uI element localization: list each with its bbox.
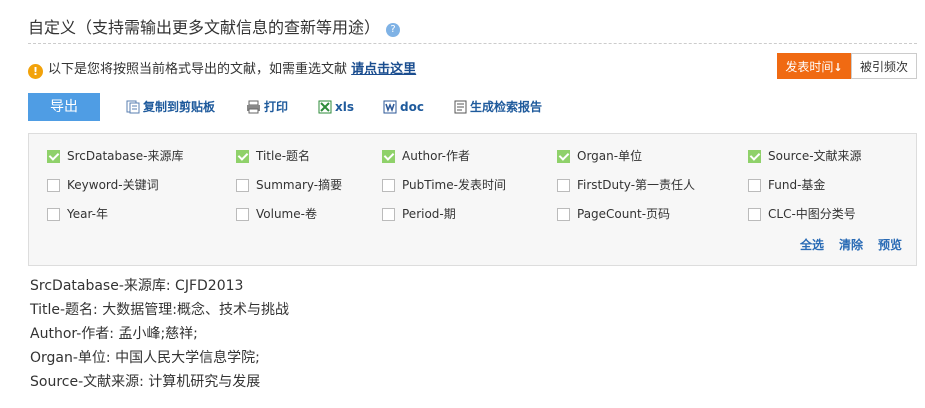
checkbox[interactable] xyxy=(557,179,570,192)
checkbox[interactable] xyxy=(382,150,395,163)
select-all-button[interactable]: 全选 xyxy=(800,236,824,253)
checkbox[interactable] xyxy=(748,179,761,192)
field-option[interactable]: PageCount-页码 xyxy=(557,206,670,222)
report-icon xyxy=(454,100,467,118)
preview-line: Organ-单位: 中国人民大学信息学院; xyxy=(30,350,260,366)
sort-pubtime-button[interactable]: 发表时间↓ xyxy=(777,53,851,79)
reselect-link[interactable]: 请点击这里 xyxy=(351,62,416,77)
checkbox[interactable] xyxy=(382,208,395,221)
doc-label: doc xyxy=(400,100,424,114)
checkbox[interactable] xyxy=(382,179,395,192)
field-option-label: Author-作者 xyxy=(402,149,470,163)
checkbox[interactable] xyxy=(748,150,761,163)
field-option-label: FirstDuty-第一责任人 xyxy=(577,178,696,192)
preview-line: SrcDatabase-来源库: CJFD2013 xyxy=(30,278,244,294)
warning-icon: ! xyxy=(28,64,43,79)
field-option[interactable]: FirstDuty-第一责任人 xyxy=(557,177,695,193)
export-button[interactable]: 导出 xyxy=(28,93,100,121)
field-option[interactable]: Year-年 xyxy=(47,206,108,222)
checkbox[interactable] xyxy=(236,150,249,163)
field-option[interactable]: Period-期 xyxy=(382,206,456,222)
sort-pubtime-label: 发表时间 xyxy=(785,60,834,74)
help-icon[interactable]: ? xyxy=(386,23,401,37)
field-option-label: Keyword-关键词 xyxy=(67,178,159,192)
field-option-label: PubTime-发表时间 xyxy=(402,178,506,192)
field-option[interactable]: Author-作者 xyxy=(382,148,470,164)
print-button[interactable]: 打印 xyxy=(246,99,288,118)
checkbox[interactable] xyxy=(236,208,249,221)
field-option-label: Volume-卷 xyxy=(256,207,317,221)
field-option[interactable]: SrcDatabase-来源库 xyxy=(47,148,183,164)
excel-icon xyxy=(318,100,332,118)
field-option[interactable]: Source-文献来源 xyxy=(748,148,862,164)
preview-line: Author-作者: 孟小峰;慈祥; xyxy=(30,326,198,342)
export-doc-button[interactable]: doc xyxy=(383,99,424,118)
copy-label: 复制到剪贴板 xyxy=(143,100,216,114)
xls-label: xls xyxy=(335,100,354,114)
field-option-label: Summary-摘要 xyxy=(256,178,343,192)
field-option[interactable]: PubTime-发表时间 xyxy=(382,177,506,193)
clear-button[interactable]: 清除 xyxy=(839,236,863,253)
field-option-label: PageCount-页码 xyxy=(577,207,671,221)
arrow-down-icon: ↓ xyxy=(833,61,843,74)
field-option[interactable]: Keyword-关键词 xyxy=(47,177,159,193)
checkbox[interactable] xyxy=(557,208,570,221)
word-icon xyxy=(383,100,397,118)
sort-citations-button[interactable]: 被引频次 xyxy=(851,53,917,79)
field-option[interactable]: Volume-卷 xyxy=(236,206,317,222)
report-label: 生成检索报告 xyxy=(470,100,543,114)
page-title-text: 自定义（支持需输出更多文献信息的查新等用途） xyxy=(28,18,381,37)
field-option-label: Period-期 xyxy=(402,207,456,221)
checkbox[interactable] xyxy=(47,208,60,221)
checkbox[interactable] xyxy=(47,150,60,163)
field-option-label: Organ-单位 xyxy=(577,149,643,163)
copy-icon xyxy=(126,100,140,118)
field-option-label: Year-年 xyxy=(67,207,108,221)
field-option[interactable]: Fund-基金 xyxy=(748,177,825,193)
preview-line: Source-文献来源: 计算机研究与发展 xyxy=(30,374,261,390)
field-option[interactable]: Title-题名 xyxy=(236,148,310,164)
notice-text: 以下是您将按照当前格式导出的文献，如需重选文献 xyxy=(48,62,348,77)
field-option[interactable]: CLC-中图分类号 xyxy=(748,206,856,222)
field-option-label: CLC-中图分类号 xyxy=(768,207,856,221)
checkbox[interactable] xyxy=(748,208,761,221)
preview-line: Title-题名: 大数据管理:概念、技术与挑战 xyxy=(30,302,289,318)
page-title: 自定义（支持需输出更多文献信息的查新等用途）? xyxy=(28,14,401,38)
checkbox[interactable] xyxy=(236,179,249,192)
preview-button[interactable]: 预览 xyxy=(878,236,902,253)
generate-report-button[interactable]: 生成检索报告 xyxy=(454,99,542,118)
field-option[interactable]: Organ-单位 xyxy=(557,148,642,164)
checkbox[interactable] xyxy=(47,179,60,192)
printer-icon xyxy=(246,100,261,118)
field-option-label: Title-题名 xyxy=(256,149,311,163)
field-option-label: SrcDatabase-来源库 xyxy=(67,149,184,163)
field-option-label: Source-文献来源 xyxy=(768,149,862,163)
divider xyxy=(28,43,917,44)
print-label: 打印 xyxy=(264,100,289,114)
field-option-label: Fund-基金 xyxy=(768,178,826,192)
notice-bar: ! 以下是您将按照当前格式导出的文献，如需重选文献 请点击这里 xyxy=(28,58,416,79)
checkbox[interactable] xyxy=(557,150,570,163)
field-option[interactable]: Summary-摘要 xyxy=(236,177,342,193)
copy-to-clipboard-button[interactable]: 复制到剪贴板 xyxy=(126,99,215,118)
export-xls-button[interactable]: xls xyxy=(318,99,354,118)
